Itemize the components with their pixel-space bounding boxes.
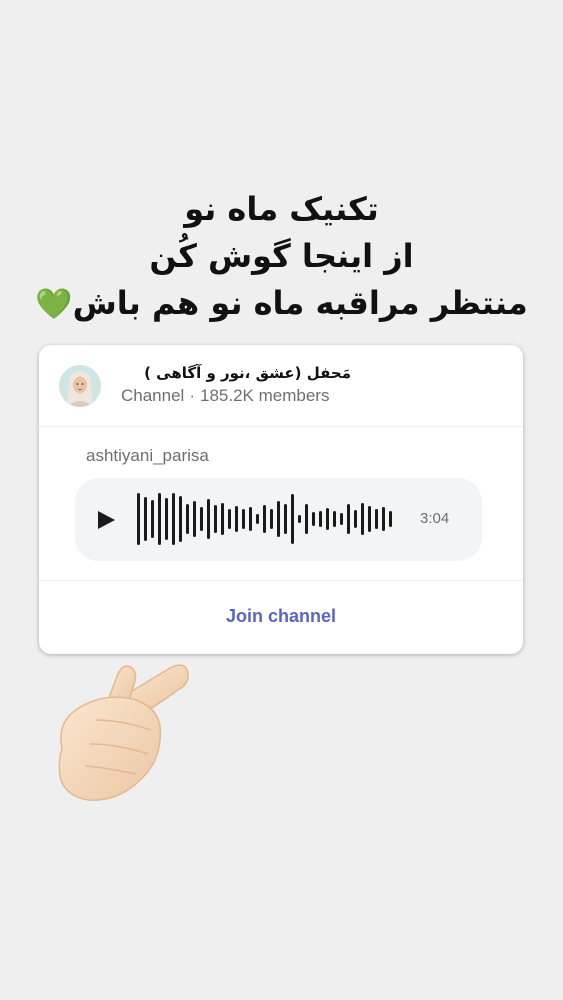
voice-message-player[interactable]: 3:04 (75, 478, 482, 561)
post-author[interactable]: ashtiyani_parisa (86, 446, 209, 466)
play-icon[interactable] (95, 509, 117, 531)
channel-preview-card: مَحفل (عشق ،نور و آگاهی ) Channel · 185.2K… (39, 345, 523, 654)
headline-line-3: منتظر مراقبه ماه نو هم باش💚 (0, 280, 563, 328)
meta-separator: · (189, 386, 195, 405)
audio-duration: 3:04 (420, 510, 450, 527)
pointing-hand-icon (58, 664, 189, 801)
headline-line-1: تکنیک ماه نو (184, 190, 379, 228)
member-count: 185.2K members (200, 386, 330, 405)
waveform[interactable] (135, 492, 397, 546)
green-heart-icon: 💚 (35, 287, 73, 322)
card-footer: Join channel (39, 580, 523, 654)
channel-meta: Channel · 185.2K members (121, 386, 329, 406)
channel-header[interactable]: مَحفل (عشق ،نور و آگاهی ) Channel · 185.2K… (39, 345, 523, 427)
headline-line-3-text: منتظر مراقبه ماه نو هم باش (72, 284, 528, 322)
channel-name[interactable]: مَحفل (عشق ،نور و آگاهی ) (121, 364, 351, 386)
channel-type: Channel (121, 386, 185, 405)
headline-line-2: از اینجا گوش کُن (149, 237, 414, 275)
join-channel-button[interactable]: Join channel (39, 606, 523, 627)
avatar[interactable] (59, 365, 101, 407)
avatar-portrait-icon (59, 365, 101, 407)
headline: تکنیک ماه نو از اینجا گوش کُن منتظر مراق… (0, 186, 563, 328)
